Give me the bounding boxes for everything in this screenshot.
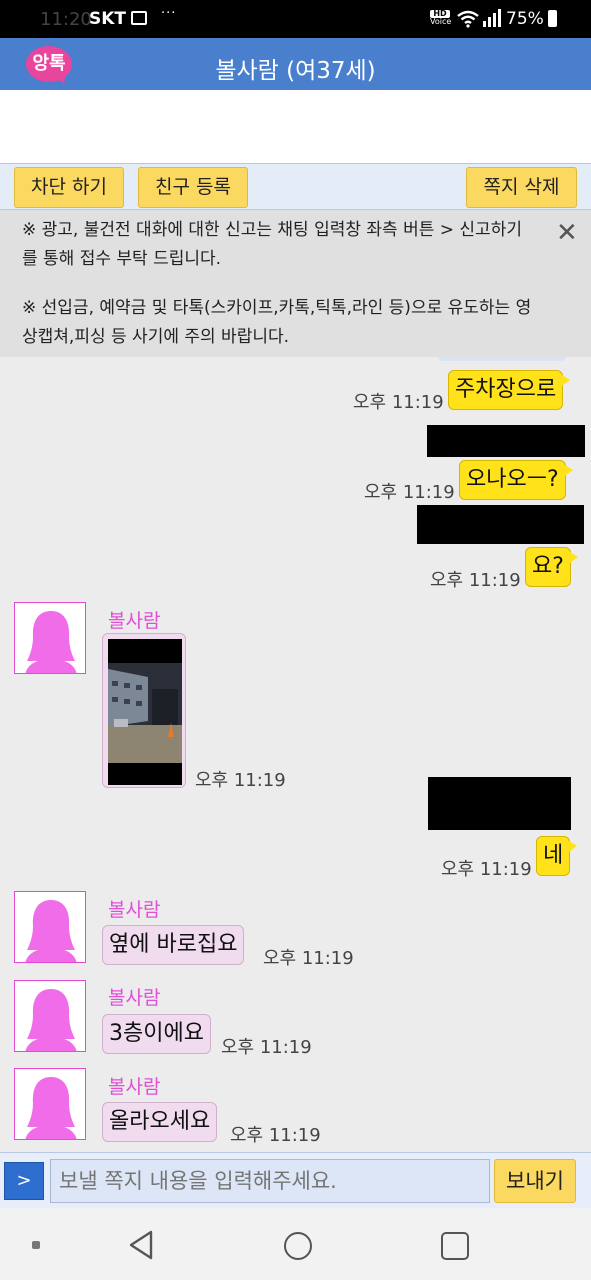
avatar[interactable] xyxy=(14,1068,86,1140)
their-message-bubble[interactable]: 옆에 바로집요 xyxy=(102,925,245,965)
message-input[interactable] xyxy=(50,1159,490,1203)
message-time: 오후 11:19 xyxy=(364,482,455,503)
parking-lot-photo xyxy=(108,639,182,785)
female-avatar-icon xyxy=(25,1077,77,1139)
add-friend-button[interactable]: 친구 등록 xyxy=(138,167,248,208)
message-time: 오후 11:19 xyxy=(195,770,286,791)
redacted-block xyxy=(417,505,584,544)
message-time: 오후 11:19 xyxy=(430,570,521,591)
more-notifications-icon: ··· xyxy=(161,6,177,21)
notice-fraud-warning: ※ 선입금, 예약금 및 타톡(스카이프,카톡,틱톡,라인 등)으로 유도하는 … xyxy=(22,298,532,347)
my-message-bubble[interactable]: 네 xyxy=(536,836,578,876)
message-time: 오후 11:19 xyxy=(353,392,444,413)
report-menu-button[interactable]: > xyxy=(4,1162,44,1200)
my-message-bubble[interactable]: 오나오ㅡ? xyxy=(459,460,573,500)
female-avatar-icon xyxy=(25,900,77,962)
message-time: 오후 11:19 xyxy=(230,1125,321,1146)
female-avatar-icon xyxy=(25,611,77,673)
status-bar: 11:20 SKT ··· HD Voice 75% xyxy=(0,0,591,38)
app-header: 앙톡 볼사람 (여37세) xyxy=(0,38,591,90)
carrier-name: SKT xyxy=(89,9,127,29)
notice-panel: ※ 광고, 불건전 대화에 대한 신고는 채팅 입력창 좌측 버튼 > 신고하기… xyxy=(0,210,591,357)
clipped-message-bubble xyxy=(438,357,566,361)
message-time: 오후 11:19 xyxy=(221,1037,312,1058)
avatar[interactable] xyxy=(14,891,86,963)
their-message-bubble[interactable]: 올라오세요 xyxy=(102,1102,218,1142)
chat-log[interactable]: 오후 11:19 주차장으로 오후 11:19 오나오ㅡ? 오후 11:19 요… xyxy=(0,357,591,1152)
their-message-bubble[interactable]: 3층이에요 xyxy=(102,1014,211,1054)
notice-report: ※ 광고, 불건전 대화에 대한 신고는 채팅 입력창 좌측 버튼 > 신고하기… xyxy=(22,220,522,269)
banner-area xyxy=(0,90,591,163)
redacted-block xyxy=(427,425,585,457)
wifi-icon xyxy=(457,10,479,28)
block-button[interactable]: 차단 하기 xyxy=(14,167,124,208)
close-icon[interactable]: ✕ xyxy=(556,218,578,248)
system-navigation-bar xyxy=(0,1208,591,1280)
sender-name: 볼사람 xyxy=(108,987,161,1009)
my-message-bubble[interactable]: 주차장으로 xyxy=(448,370,571,410)
clock: 11:20 xyxy=(40,9,92,30)
recent-apps-icon[interactable] xyxy=(441,1232,469,1260)
message-time: 오후 11:19 xyxy=(263,948,354,969)
message-time: 오후 11:19 xyxy=(441,859,532,880)
battery-icon xyxy=(548,10,557,27)
message-input-bar: > 보내기 xyxy=(0,1152,591,1208)
hd-voice-icon: HD Voice xyxy=(430,9,452,26)
back-icon[interactable] xyxy=(128,1230,154,1260)
avatar[interactable] xyxy=(14,602,86,674)
sender-name: 볼사람 xyxy=(108,610,161,632)
redacted-block xyxy=(428,777,571,830)
my-message-bubble[interactable]: 요? xyxy=(525,547,578,587)
sender-name: 볼사람 xyxy=(108,899,161,921)
sender-name: 볼사람 xyxy=(108,1076,161,1098)
chat-partner-title: 볼사람 (여37세) xyxy=(215,58,376,84)
action-bar: 차단 하기 친구 등록 쪽지 삭제 xyxy=(0,163,591,210)
gallery-notification-icon xyxy=(131,11,147,25)
signal-icon xyxy=(483,9,501,27)
delete-note-button[interactable]: 쪽지 삭제 xyxy=(466,167,577,208)
photo-attachment[interactable] xyxy=(102,633,186,788)
home-icon[interactable] xyxy=(284,1232,312,1260)
avatar[interactable] xyxy=(14,980,86,1052)
female-avatar-icon xyxy=(25,989,77,1051)
dot-indicator-icon xyxy=(32,1241,40,1249)
battery-percent: 75% xyxy=(506,9,544,29)
send-button[interactable]: 보내기 xyxy=(494,1159,576,1203)
